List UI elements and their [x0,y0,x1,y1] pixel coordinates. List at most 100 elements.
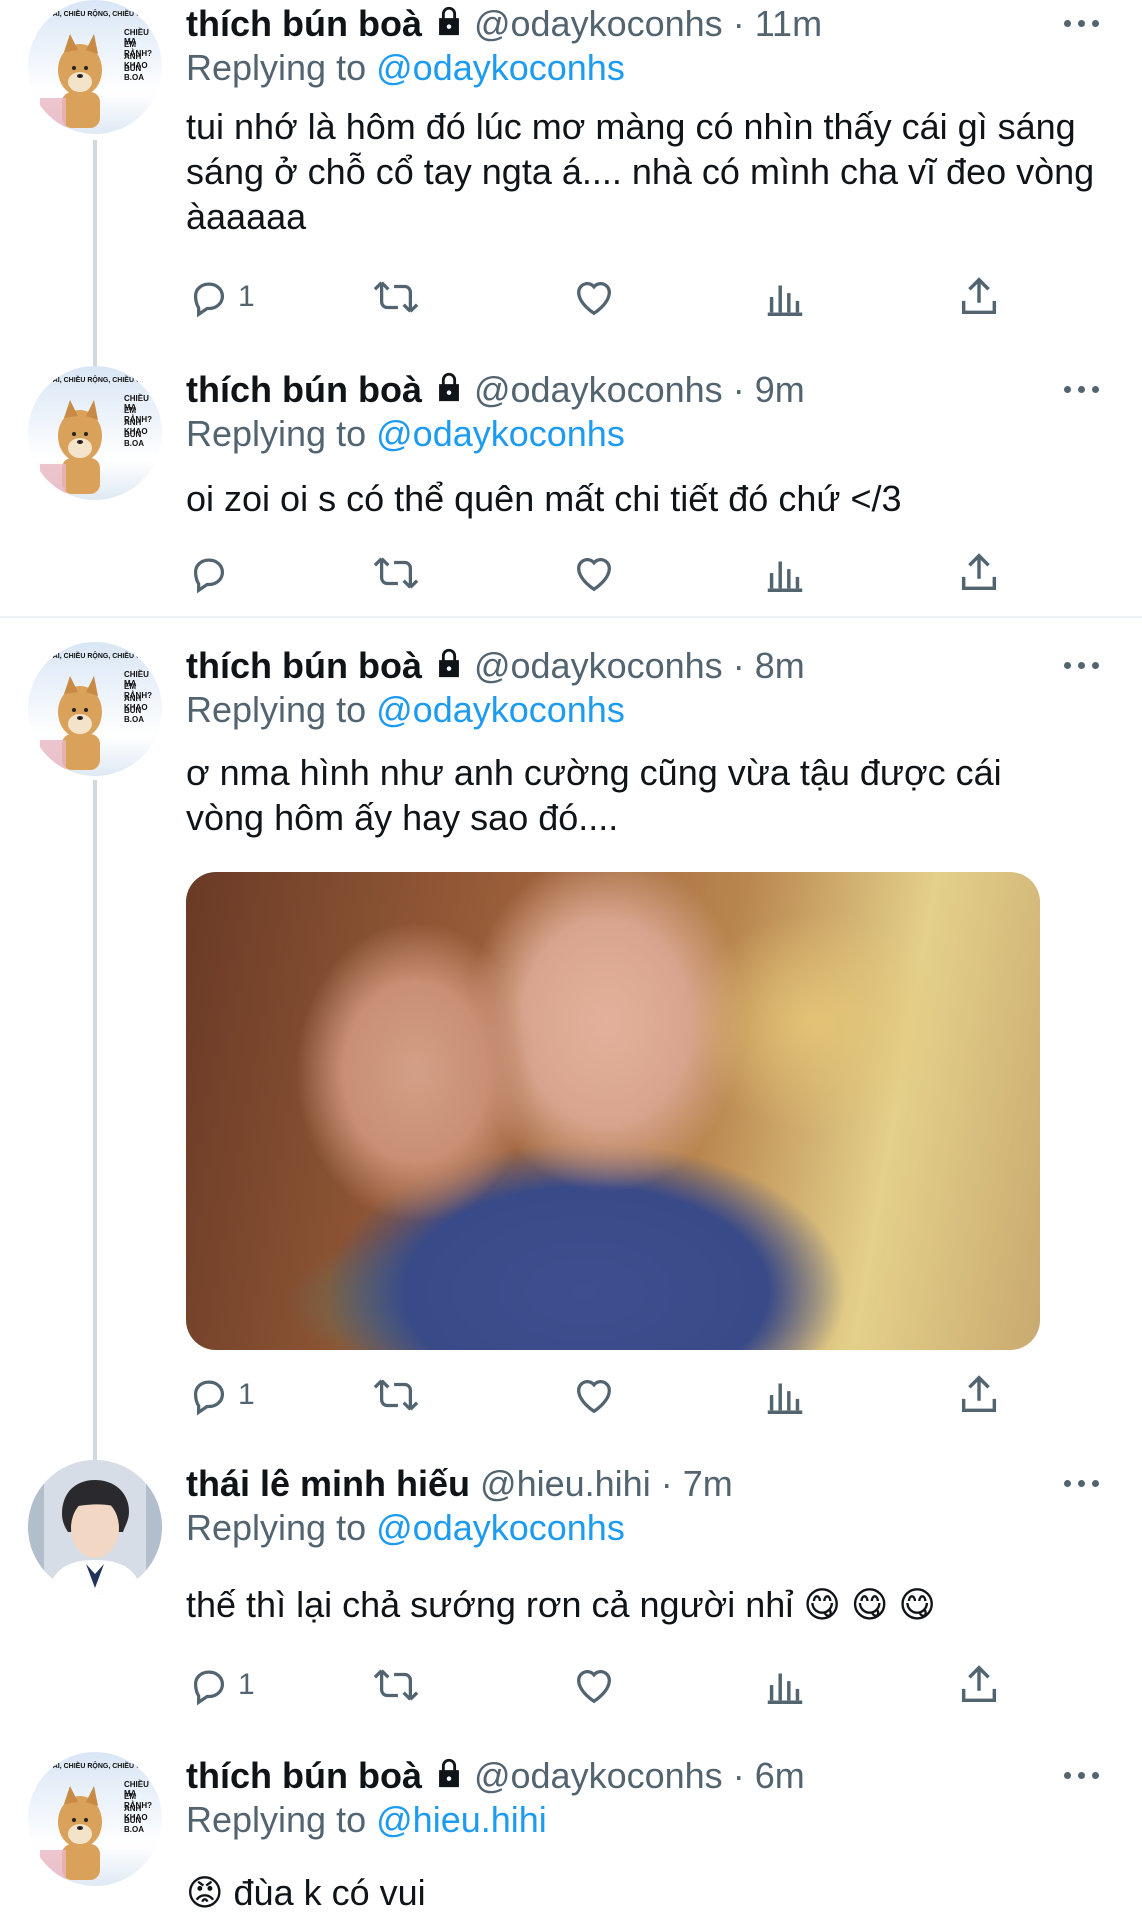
avatar[interactable] [28,1460,162,1594]
more-dots-icon[interactable] [1058,1468,1106,1498]
tweet[interactable]: ều dài, chiều rộng, chiều c chiều ma em … [0,366,1142,606]
share-upload-icon [961,1665,997,1703]
reply-mention-link[interactable]: @odaykoconhs [376,689,625,730]
replying-prefix: Replying to [186,1507,367,1548]
display-name[interactable]: thích bún boà [186,1755,422,1796]
retweet-button[interactable] [371,272,421,322]
retweet-button[interactable] [371,1660,421,1710]
share-button[interactable] [956,1660,1002,1710]
avatar-caption-line: ều dài, chiều rộng, chiều c [36,377,142,384]
action-bar: 1 [186,1660,1006,1710]
timestamp[interactable]: 9m [755,369,805,410]
views-button[interactable] [762,548,808,598]
tweet[interactable]: ều dài, chiều rộng, chiều c chiều ma em … [0,1752,1142,1920]
reply-count: 1 [238,280,255,313]
avatar[interactable]: ều dài, chiều rộng, chiều c chiều ma em … [28,0,162,134]
separator-dot: · [732,1755,745,1796]
more-dots-icon[interactable] [1058,650,1106,680]
speech-bubble-icon [193,1380,225,1416]
retweet-icon [373,1669,419,1701]
reply-mention-link[interactable]: @odaykoconhs [376,413,625,454]
avatar[interactable]: ều dài, chiều rộng, chiều c chiều ma em … [28,642,162,776]
display-name[interactable]: thích bún boà [186,645,422,686]
heart-icon [577,1380,611,1414]
separator-dot: · [732,645,745,686]
user-handle[interactable]: @odaykoconhs [474,645,723,686]
tweet-header: thích bún boà @odaykoconhs · 6m [186,1754,1052,1798]
share-upload-icon [961,277,997,315]
tweet[interactable]: ều dài, chiều rộng, chiều c chiều ma em … [0,642,1142,1432]
share-button[interactable] [956,1370,1002,1420]
replying-to: Replying to @odaykoconhs [186,688,625,732]
user-handle[interactable]: @odaykoconhs [474,3,723,44]
share-button[interactable] [956,548,1002,598]
profile-photo [28,1460,162,1594]
lock-icon [432,646,466,690]
timestamp[interactable]: 7m [683,1463,733,1504]
tweet-header: thích bún boà @odaykoconhs · 9m [186,368,1052,412]
user-handle[interactable]: @hieu.hihi [480,1463,651,1504]
tweet-text: oi zoi oi s có thể quên mất chi tiết đó … [186,478,902,519]
retweet-icon [373,281,419,313]
retweet-button[interactable] [371,548,421,598]
tweet[interactable]: ều dài, chiều rộng, chiều c chiều ma em … [0,0,1142,350]
more-dots-icon[interactable] [1058,374,1106,404]
reply-mention-link[interactable]: @hieu.hihi [376,1799,547,1840]
tweet[interactable]: thái lê minh hiếu @hieu.hihi · 7m Replyi… [0,1460,1142,1710]
timestamp[interactable]: 8m [755,645,805,686]
replying-prefix: Replying to [186,413,367,454]
timestamp[interactable]: 6m [755,1755,805,1796]
avatar[interactable]: ều dài, chiều rộng, chiều c chiều ma em … [28,1752,162,1886]
reply-mention-link[interactable]: @odaykoconhs [376,47,625,88]
display-name[interactable]: thích bún boà [186,369,422,410]
avatar-caption-line: bún b.oa [124,1816,144,1834]
views-button[interactable] [762,1660,808,1710]
avatar-caption-line: ều dài, chiều rộng, chiều c [36,11,142,18]
reply-button[interactable]: 1 [186,1370,255,1420]
like-button[interactable] [571,1660,617,1710]
timestamp[interactable]: 11m [755,3,822,44]
bar-chart-icon [767,561,803,592]
replying-to: Replying to @odaykoconhs [186,46,625,90]
more-dots-icon[interactable] [1058,1760,1106,1790]
action-bar [186,548,1006,598]
display-name[interactable]: thái lê minh hiếu [186,1463,470,1504]
avatar-caption-line: bún b.oa [124,706,144,724]
like-button[interactable] [571,1370,617,1420]
separator-dot: · [660,1463,673,1504]
share-button[interactable] [956,272,1002,322]
avatar-caption-line: ều dài, chiều rộng, chiều c [36,653,142,660]
views-button[interactable] [762,1370,808,1420]
reply-button[interactable]: 1 [186,1660,255,1710]
bar-chart-icon [767,285,803,316]
user-handle[interactable]: @odaykoconhs [474,369,723,410]
replying-prefix: Replying to [186,47,367,88]
retweet-button[interactable] [371,1370,421,1420]
lock-icon [432,1756,466,1800]
avatar[interactable]: ều dài, chiều rộng, chiều c chiều ma em … [28,366,162,500]
replying-to: Replying to @hieu.hihi [186,1798,547,1842]
tweet-header: thích bún boà @odaykoconhs · 8m [186,644,1052,688]
share-upload-icon [961,553,997,591]
reply-button[interactable]: 1 [186,272,255,322]
action-bar: 1 [186,272,1006,322]
heart-icon [577,1670,611,1704]
more-dots-icon[interactable] [1058,8,1106,38]
heart-icon [577,558,611,592]
attached-gif-baby[interactable] [186,872,1040,1350]
reply-button[interactable] [186,548,238,598]
like-button[interactable] [571,272,617,322]
display-name[interactable]: thích bún boà [186,3,422,44]
retweet-icon [373,557,419,589]
like-button[interactable] [571,548,617,598]
lock-icon [432,4,466,48]
reply-mention-link[interactable]: @odaykoconhs [376,1507,625,1548]
tweet-text: tui nhớ là hôm đó lúc mơ màng có nhìn th… [186,106,1095,237]
separator-dot: · [732,3,745,44]
tweet-divider [0,616,1142,618]
speech-bubble-icon [193,558,225,594]
bar-chart-icon [767,1673,803,1704]
views-button[interactable] [762,272,808,322]
speech-bubble-icon [193,282,225,318]
user-handle[interactable]: @odaykoconhs [474,1755,723,1796]
